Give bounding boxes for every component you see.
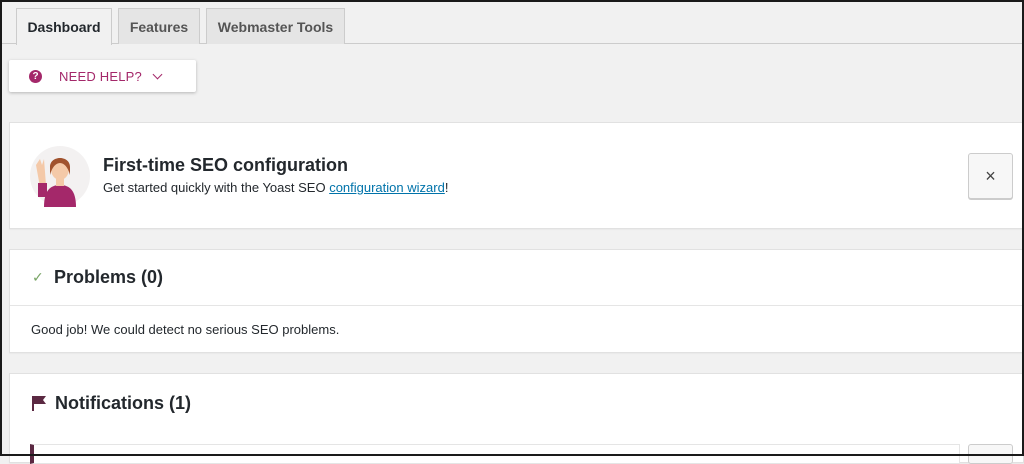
config-description: Get started quickly with the Yoast SEO c… [103,180,448,195]
notifications-title: Notifications (1) [55,392,192,413]
notifications-header: Notifications (1) [10,374,1023,432]
configuration-wizard-link[interactable]: configuration wizard [329,180,445,195]
tab-bar: Dashboard Features Webmaster Tools [0,0,1024,45]
problems-panel: ✓ Problems (0) Good job! We could detect… [9,249,1024,353]
problems-message: Good job! We could detect no serious SEO… [31,322,340,337]
question-circle-icon: ? [29,69,42,83]
yoast-helper-avatar-icon [30,146,90,207]
notifications-panel: Notifications (1) [9,373,1024,464]
configuration-notice: First-time SEO configuration Get started… [9,122,1024,229]
problems-title: Problems (0) [54,267,164,287]
close-icon: × [985,165,996,186]
notification-item [30,444,960,464]
tab-features[interactable]: Features [118,8,200,44]
tab-dashboard[interactable]: Dashboard [16,8,112,45]
chevron-down-icon [152,69,163,79]
need-help-button[interactable]: ? NEED HELP? [9,60,196,92]
checkmark-icon: ✓ [32,269,44,285]
tab-webmaster-tools[interactable]: Webmaster Tools [206,8,345,44]
config-title: First-time SEO configuration [103,155,349,175]
dismiss-button[interactable]: × [968,153,1013,199]
config-desc-suffix: ! [444,180,449,195]
flag-icon [32,396,46,411]
notification-dismiss-button[interactable] [968,444,1013,464]
need-help-label: NEED HELP? [59,68,142,84]
config-desc-text: Get started quickly with the Yoast SEO [103,180,330,195]
problems-header: ✓ Problems (0) [10,250,1023,306]
